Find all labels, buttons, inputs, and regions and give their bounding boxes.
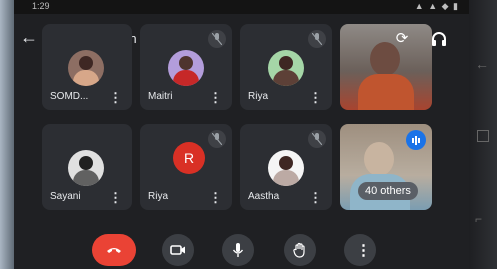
more-vert-icon: ⋮ (356, 242, 371, 259)
participant-face (364, 142, 394, 176)
participant-tile[interactable]: Maitri ⋮ (140, 24, 232, 110)
more-options-icon[interactable]: ⋮ (209, 191, 222, 204)
speaking-indicator-icon (406, 130, 426, 150)
participant-video[interactable] (340, 24, 432, 110)
avatar (268, 50, 304, 86)
home-nav-icon[interactable]: ⌐ (475, 212, 482, 226)
back-nav-icon[interactable]: ← (475, 56, 489, 72)
microphone-icon (232, 243, 244, 257)
more-options-icon[interactable]: ⋮ (109, 191, 122, 204)
device-bezel-left (0, 0, 14, 269)
mic-off-icon (208, 30, 226, 48)
participant-tile[interactable]: Aastha ⋮ (240, 124, 332, 210)
mic-off-icon (308, 130, 326, 148)
participant-name: Maitri (148, 91, 173, 102)
participant-name: Sayani (50, 191, 81, 202)
others-count-label: 40 others (358, 182, 418, 200)
participant-name: SOMD... (50, 91, 89, 102)
back-arrow-icon[interactable]: ← (20, 28, 38, 46)
more-options-icon[interactable]: ⋮ (109, 91, 122, 104)
participant-name: Aastha (248, 191, 280, 202)
end-call-button[interactable] (92, 234, 136, 266)
status-icons: ▲ ▲ ◆ ▮ (414, 1, 459, 11)
participant-body (358, 74, 414, 110)
phone-hangup-icon (107, 248, 121, 253)
recents-nav-icon[interactable] (477, 130, 489, 142)
camera-icon (170, 245, 185, 255)
letter-avatar: R (173, 142, 205, 174)
participant-name: Riya (248, 91, 269, 102)
microphone-button[interactable] (222, 234, 254, 266)
participant-tile[interactable]: SOMD... ⋮ (42, 24, 132, 110)
more-options-icon[interactable]: ⋮ (309, 91, 322, 104)
audio-output-icon[interactable] (430, 30, 448, 48)
mic-off-icon (308, 30, 326, 48)
hand-icon (293, 242, 305, 258)
switch-camera-icon[interactable]: ⟳ (393, 30, 411, 48)
participant-tile[interactable]: R Riya ⋮ (140, 124, 232, 210)
participant-name: Riya (148, 191, 169, 202)
avatar (168, 50, 204, 86)
status-bar: 1:29 ▲ ▲ ◆ ▮ (14, 0, 469, 14)
camera-button[interactable] (162, 234, 194, 266)
raise-hand-button[interactable] (284, 234, 316, 266)
participant-tile[interactable]: Sayani ⋮ (42, 124, 132, 210)
device-bezel-right: ← ⌐ (469, 0, 497, 269)
more-options-icon[interactable]: ⋮ (209, 91, 222, 104)
more-options-icon[interactable]: ⋮ (309, 191, 322, 204)
others-tile[interactable]: 40 others (340, 124, 432, 210)
participant-tile[interactable]: Riya ⋮ (240, 24, 332, 110)
mic-off-icon (208, 130, 226, 148)
more-options-button[interactable]: ⋮ (344, 234, 376, 266)
avatar (68, 150, 104, 186)
status-time: 1:29 (32, 1, 50, 11)
avatar (268, 150, 304, 186)
avatar (68, 50, 104, 86)
